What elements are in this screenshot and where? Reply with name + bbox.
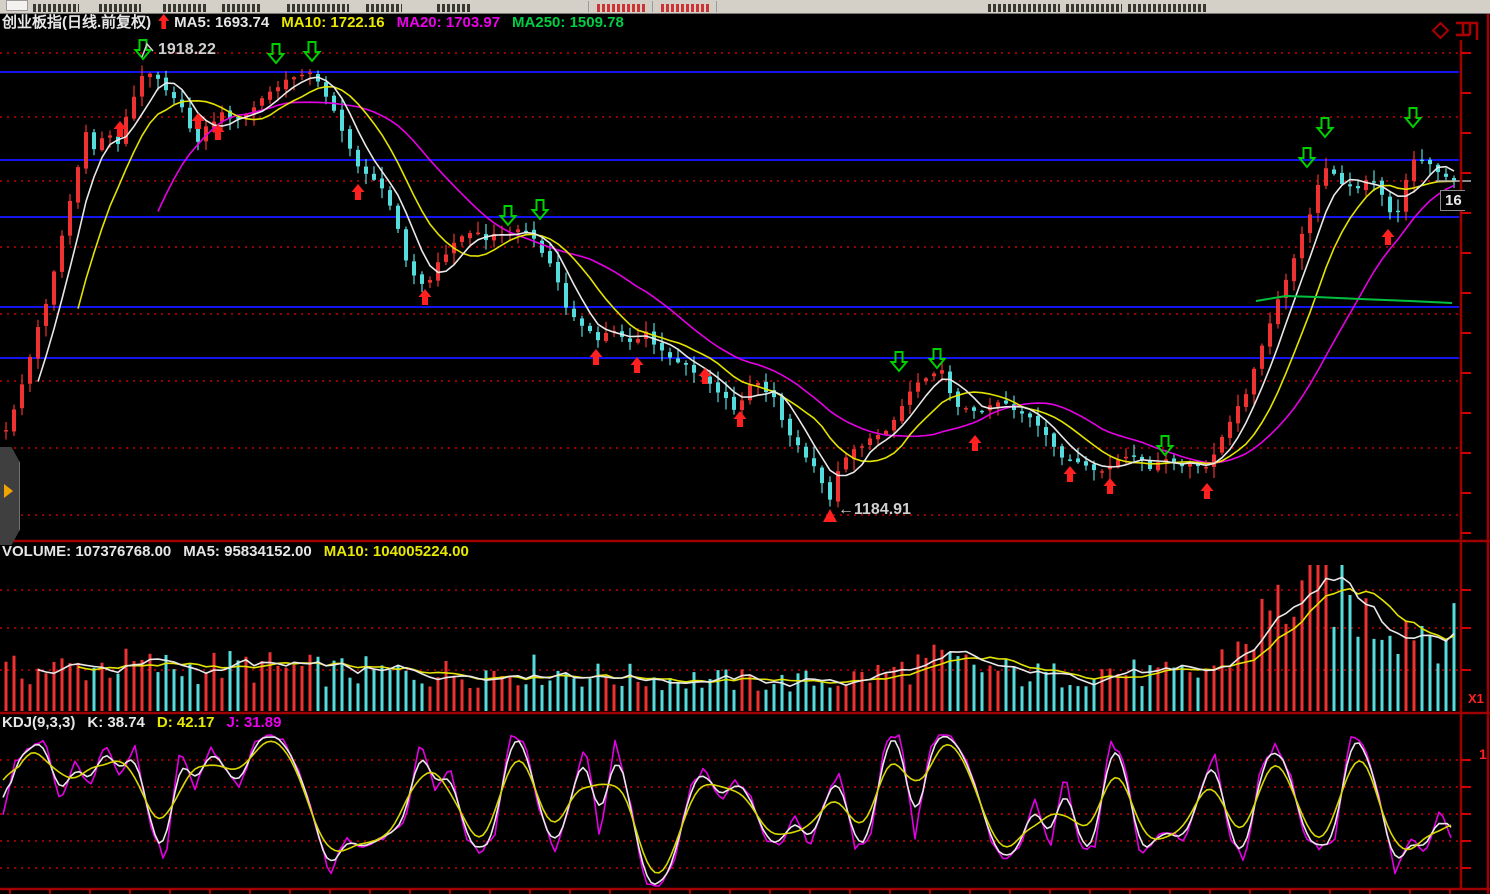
kdj-j-label: J: 31.89 <box>226 714 281 731</box>
menu-item-clipped[interactable] <box>33 4 79 12</box>
volume-pane[interactable] <box>0 541 1490 713</box>
volume-ma10-label: MA10: 104005224.00 <box>324 543 469 560</box>
expand-arrow-icon <box>4 484 13 498</box>
menu-item-clipped <box>988 4 1060 12</box>
menu-item-clipped[interactable] <box>99 4 141 12</box>
ma5-label: MA5: 1693.74 <box>174 14 269 31</box>
kdj-k-label: K: 38.74 <box>87 714 145 731</box>
kdj-pane[interactable] <box>0 713 1490 894</box>
x-multiplier-label: X1 <box>1468 691 1484 706</box>
menu-item-clipped[interactable] <box>366 4 402 12</box>
kdj-axis-partial-label: 1 <box>1479 746 1487 762</box>
ma250-label: MA250: 1509.78 <box>512 14 624 31</box>
main-chart-header: 创业板指(日线.前复权) MA5: 1693.74 MA10: 1722.16 MA2… <box>2 14 624 32</box>
kdj-label: KDJ(9,3,3) <box>2 714 75 731</box>
main-chart-pane[interactable] <box>0 13 1490 541</box>
volume-ma5-label: MA5: 95834152.00 <box>183 543 311 560</box>
volume-label: VOLUME: 107376768.00 <box>2 543 171 560</box>
kdj-d-label: D: 42.17 <box>157 714 215 731</box>
menu-item-clipped[interactable] <box>287 4 349 12</box>
up-arrow-icon <box>158 14 169 29</box>
menu-item-clipped <box>1128 4 1206 12</box>
app-icon[interactable] <box>6 0 28 11</box>
menu-item-clipped-red[interactable] <box>661 4 709 12</box>
menu-item-clipped[interactable] <box>222 4 262 12</box>
menu-bar <box>0 0 1490 14</box>
menu-item-clipped-red[interactable] <box>597 4 645 12</box>
menu-item-clipped[interactable] <box>163 4 207 12</box>
menu-item-clipped[interactable] <box>437 4 471 12</box>
last-price-tag: 16 <box>1440 190 1465 211</box>
high-price-annotation: 1918.22 <box>158 41 216 59</box>
instrument-title: 创业板指(日线.前复权) <box>2 14 151 31</box>
multi-window-icon[interactable] <box>1454 21 1480 48</box>
diamond-icon[interactable] <box>1431 21 1450 45</box>
volume-header: VOLUME: 107376768.00 MA5: 95834152.00 MA10… <box>2 543 469 561</box>
ma10-label: MA10: 1722.16 <box>281 14 384 31</box>
sidebar-flyout-handle[interactable] <box>0 447 20 545</box>
menu-item-clipped <box>1066 4 1122 12</box>
low-price-annotation: ←1184.91 <box>838 501 911 519</box>
ma20-label: MA20: 1703.97 <box>397 14 500 31</box>
kdj-header: KDJ(9,3,3) K: 38.74 D: 42.17 J: 31.89 <box>2 714 282 732</box>
